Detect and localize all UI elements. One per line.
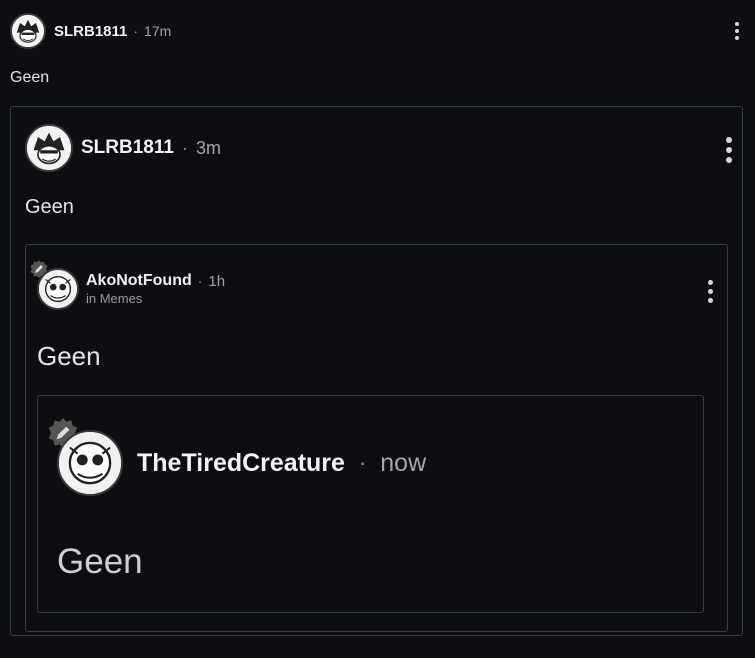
more-options-button[interactable] [726,137,732,163]
more-options-button[interactable] [735,22,739,40]
avatar[interactable] [10,13,46,49]
avatar[interactable] [37,268,79,310]
more-vertical-icon [735,22,739,26]
post-header: AkoNotFound · 1h in Memes [37,267,225,311]
avatar-icon [39,270,77,308]
post-text: Geen [10,69,50,86]
separator: · [197,273,203,289]
separator: · [358,450,367,475]
username[interactable]: TheTiredCreature [137,449,345,478]
username[interactable]: SLRB1811 [81,137,174,159]
username[interactable]: AkoNotFound [86,272,192,290]
post-text: Geen [57,542,143,581]
timestamp: 3m [195,137,221,158]
post-header: TheTiredCreature · now [57,430,426,496]
post-meta: AkoNotFound · 1h in Memes [86,272,225,306]
post-outer: SLRB1811 · 17m Geen SLRB1811 · 3m Geen A… [0,0,755,658]
avatar[interactable] [25,124,73,172]
timestamp: 1h [208,272,226,290]
separator: · [181,137,188,158]
avatar-icon [59,432,121,494]
post-text: Geen [37,341,101,371]
quoted-post[interactable]: SLRB1811 · 3m Geen AkoNotFound · 1h in M… [10,106,743,636]
more-vertical-icon [726,137,732,143]
avatar-icon [12,15,44,47]
more-options-button[interactable] [708,280,713,303]
username[interactable]: SLRB1811 [54,23,127,40]
avatar-icon [27,126,71,170]
quoted-post[interactable]: AkoNotFound · 1h in Memes Geen TheTiredC… [25,244,728,632]
post-header: SLRB1811 · 17m [10,12,171,50]
avatar[interactable] [57,430,123,496]
timestamp: now [380,448,427,477]
post-text: Geen [25,196,74,218]
quoted-post[interactable]: TheTiredCreature · now Geen [37,395,704,613]
more-vertical-icon [708,280,713,285]
community-link[interactable]: in Memes [86,291,225,306]
post-header: SLRB1811 · 3m [25,124,221,172]
timestamp: 17m [144,23,172,39]
separator: · [133,23,139,39]
